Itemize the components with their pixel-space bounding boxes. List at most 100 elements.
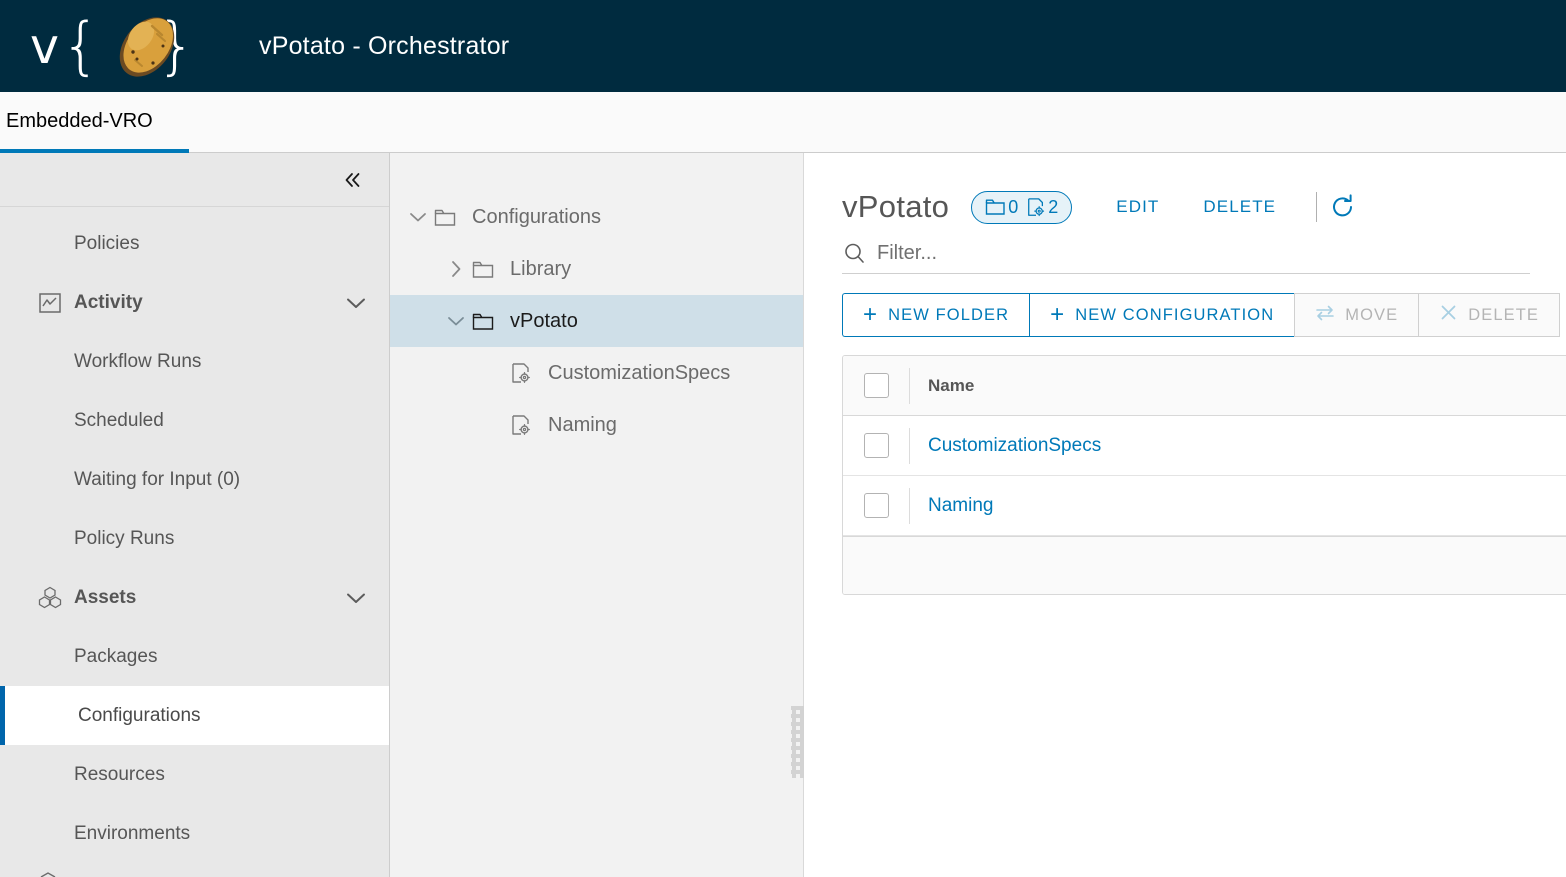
app-header: v { } vPotato - Orchestrator (0, 0, 1566, 92)
sidebar-item-label: Configurations (78, 704, 201, 726)
config-file-icon (508, 360, 534, 386)
sidebar-item-label: Packages (74, 645, 158, 667)
new-folder-button[interactable]: + NEW FOLDER (842, 293, 1030, 337)
drag-handle-icon[interactable] (791, 706, 804, 778)
tree-node-label: Configurations (472, 205, 601, 228)
sidebar-item-workflow-runs[interactable]: Workflow Runs (0, 332, 389, 391)
tree-list: Configurations Library vPotato Customiza… (390, 153, 803, 451)
sidebar-item-label: Waiting for Input (0) (74, 468, 241, 490)
row-name-link[interactable]: Naming (910, 495, 993, 517)
chevron-down-icon[interactable] (442, 307, 470, 335)
sidebar-item-label: Policy Runs (74, 527, 175, 549)
sidebar-item-environments[interactable]: Environments (0, 804, 389, 863)
configurations-table: Name CustomizationSpecs Naming (842, 355, 1566, 595)
logo-letter-v: v (30, 17, 59, 75)
sidebar-item-policy-runs[interactable]: Policy Runs (0, 509, 389, 568)
tree-node-naming[interactable]: Naming (390, 399, 803, 451)
table-header-row: Name (843, 356, 1566, 416)
body: Policies Activity Workflow Runs Schedule… (0, 153, 1566, 877)
table-row[interactable]: CustomizationSpecs (843, 416, 1566, 476)
sidebar-group-assets[interactable]: Assets (0, 568, 389, 627)
collapse-sidebar-button[interactable] (335, 163, 369, 197)
content-toolbar: + NEW FOLDER + NEW CONFIGURATION MOVE DE… (842, 293, 1566, 337)
sidebar: Policies Activity Workflow Runs Schedule… (0, 153, 390, 877)
potato-icon (119, 17, 175, 77)
refresh-button[interactable] (1328, 192, 1358, 222)
new-folder-label: NEW FOLDER (888, 305, 1010, 324)
tree-node-customizationspecs[interactable]: CustomizationSpecs (390, 347, 803, 399)
header-divider (1316, 192, 1318, 222)
new-configuration-label: NEW CONFIGURATION (1075, 305, 1275, 324)
tree-node-configurations[interactable]: Configurations (390, 191, 803, 243)
row-name-link[interactable]: CustomizationSpecs (910, 435, 1101, 457)
chevron-down-icon[interactable] (345, 296, 367, 310)
count-badge: 0 2 (971, 190, 1073, 224)
delete-selected-label: DELETE (1468, 305, 1540, 324)
folder-icon (986, 199, 1005, 215)
sidebar-item-label: Workflow Runs (74, 350, 202, 372)
column-header-name: Name (928, 375, 975, 395)
tree-node-label: CustomizationSpecs (548, 361, 731, 384)
plus-icon: + (1050, 301, 1066, 328)
plus-icon: + (863, 301, 879, 328)
sidebar-item-configurations[interactable]: Configurations (0, 686, 389, 745)
config-count: 2 (1026, 197, 1058, 218)
folder-icon (470, 256, 496, 282)
move-arrows-icon (1315, 304, 1335, 327)
sidebar-item-label: Environments (74, 822, 191, 844)
sidebar-item-packages[interactable]: Packages (0, 627, 389, 686)
config-file-icon (1028, 197, 1045, 216)
folder-icon (432, 204, 458, 230)
tree-node-library[interactable]: Library (390, 243, 803, 295)
tree-node-label: vPotato (510, 309, 578, 332)
config-file-icon (508, 412, 534, 438)
row-select-cell[interactable] (843, 493, 909, 518)
sidebar-group-label: Assets (74, 586, 137, 608)
tab-embedded-vro[interactable]: Embedded-VRO (0, 93, 189, 153)
panel-splitter[interactable] (791, 153, 804, 877)
app-logo[interactable]: v { } (30, 0, 245, 92)
app-root: v { } vPotato - Orchestrator Embedded-VR… (0, 0, 1566, 877)
move-label: MOVE (1345, 305, 1399, 324)
sidebar-item-label: Scheduled (74, 409, 164, 431)
filter-input[interactable] (877, 241, 1277, 265)
chevron-down-icon[interactable] (345, 591, 367, 605)
row-checkbox[interactable] (863, 433, 889, 458)
delete-selected-button[interactable]: DELETE (1418, 293, 1561, 337)
select-all-cell[interactable] (843, 373, 909, 398)
app-title: vPotato - Orchestrator (259, 31, 510, 60)
folder-count-value: 0 (1008, 196, 1019, 217)
tab-strip: Embedded-VRO (0, 92, 1566, 153)
chevron-right-icon[interactable] (442, 255, 470, 283)
sidebar-item-waiting-for-input[interactable]: Waiting for Input (0) (0, 450, 389, 509)
activity-chart-icon (38, 291, 62, 315)
tree-node-label: Library (510, 257, 572, 280)
new-configuration-button[interactable]: + NEW CONFIGURATION (1029, 293, 1295, 337)
sidebar-item-partial-cutoff[interactable] (0, 863, 389, 877)
sidebar-group-label: Activity (74, 291, 143, 313)
partial-icon (40, 872, 56, 877)
row-checkbox[interactable] (863, 493, 889, 518)
sidebar-group-activity[interactable]: Activity (0, 273, 389, 332)
select-all-checkbox[interactable] (863, 373, 889, 398)
delete-button[interactable]: DELETE (1203, 197, 1276, 217)
tab-label: Embedded-VRO (6, 109, 153, 132)
edit-button[interactable]: EDIT (1116, 197, 1159, 217)
sidebar-item-policies[interactable]: Policies (0, 214, 389, 273)
double-chevron-left-icon (345, 172, 360, 187)
sidebar-item-resources[interactable]: Resources (0, 745, 389, 804)
table-row[interactable]: Naming (843, 476, 1566, 536)
page-title: vPotato (842, 189, 950, 224)
row-select-cell[interactable] (843, 433, 909, 458)
chevron-down-icon[interactable] (404, 203, 432, 231)
sidebar-item-scheduled[interactable]: Scheduled (0, 391, 389, 450)
move-button[interactable]: MOVE (1294, 293, 1419, 337)
content-panel: vPotato 0 2 EDIT DELETE Filter... + NEW … (804, 153, 1566, 877)
refresh-icon (1333, 194, 1353, 217)
close-x-icon (1439, 303, 1458, 327)
cubes-icon (38, 586, 62, 610)
sidebar-nav-list: Policies Activity Workflow Runs Schedule… (0, 207, 389, 877)
table-footer (843, 536, 1566, 594)
tree-node-vpotato[interactable]: vPotato (390, 295, 803, 347)
search-icon (842, 241, 866, 265)
